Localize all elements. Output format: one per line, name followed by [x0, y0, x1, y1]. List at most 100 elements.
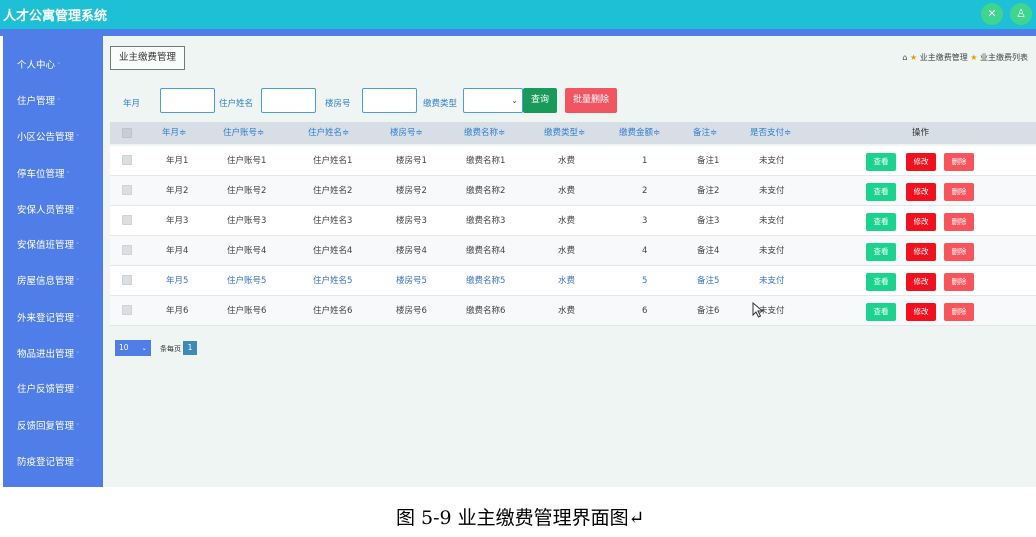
sidebar-item-epidemic[interactable]: 防疫登记管理 ˅ — [3, 453, 103, 473]
delete-button[interactable]: 删除 — [944, 213, 974, 231]
column-header-amount[interactable]: 缴费金额≑ — [619, 122, 660, 144]
sort-icon: ≑ — [498, 128, 506, 138]
column-header-name[interactable]: 住户姓名≑ — [308, 122, 349, 144]
cell-fee-name: 缴费名称5 — [466, 276, 506, 286]
sidebar-item-label: 反馈回复管理 — [17, 421, 75, 432]
column-header-month[interactable]: 年月≑ — [162, 122, 186, 144]
close-icon[interactable]: ✕ — [981, 3, 1003, 25]
row-checkbox[interactable] — [122, 305, 132, 315]
cell-room: 楼房号3 — [396, 216, 427, 226]
column-header-account[interactable]: 住户账号≑ — [223, 122, 264, 144]
edit-button[interactable]: 修改 — [906, 303, 936, 321]
table-header: 年月≑ 住户账号≑ 住户姓名≑ 楼房号≑ 缴费名称≑ 缴费类型≑ 缴费金额≑ 备… — [110, 122, 1036, 144]
row-checkbox[interactable] — [122, 155, 132, 165]
sort-icon: ≑ — [257, 128, 265, 138]
cell-fee-name: 缴费名称1 — [466, 156, 506, 166]
view-button[interactable]: 查看 — [866, 153, 896, 171]
chevron-down-icon: ˅ — [76, 134, 80, 142]
column-header-remark[interactable]: 备注≑ — [693, 122, 717, 144]
select-all-checkbox[interactable] — [122, 128, 132, 138]
sidebar-item-label: 安保人员管理 — [17, 205, 75, 216]
home-icon[interactable]: ⌂ — [902, 53, 907, 62]
table-row[interactable]: 年月4 住户账号4 住户姓名4 楼房号4 缴费名称4 水费 4 备注4 未支付 查看 修改 删除 — [110, 236, 1036, 266]
cell-room: 楼房号5 — [396, 276, 427, 286]
view-button[interactable]: 查看 — [866, 273, 896, 291]
cell-name: 住户姓名5 — [313, 276, 353, 286]
per-page-label: 条每页 — [160, 345, 181, 353]
page-button-current[interactable]: 1 — [183, 341, 197, 355]
payment-type-label: 缴费类型 — [423, 99, 458, 109]
query-button[interactable]: 查询 — [523, 88, 557, 113]
sidebar-item-parking[interactable]: 停车位管理 ˅ — [3, 165, 103, 185]
table-row[interactable]: 年月3 住户账号3 住户姓名3 楼房号3 缴费名称3 水费 3 备注3 未支付 查看 修改 删除 — [110, 206, 1036, 236]
table-row[interactable]: 年月1 住户账号1 住户姓名1 楼房号1 缴费名称1 水费 1 备注1 未支付 查看 修改 删除 — [110, 146, 1036, 176]
star-icon: ★ — [910, 53, 918, 62]
cell-name: 住户姓名3 — [313, 216, 353, 226]
column-header-fee-type[interactable]: 缴费类型≑ — [544, 122, 585, 144]
delete-button[interactable]: 删除 — [944, 153, 974, 171]
top-bar: 人才公寓管理系统 ✕ ♙ — [0, 0, 1036, 29]
column-header-operations: 操作 — [912, 128, 930, 138]
sidebar-item-security-staff[interactable]: 安保人员管理 ˅ — [3, 201, 103, 221]
edit-button[interactable]: 修改 — [906, 243, 936, 261]
cell-name: 住户姓名6 — [313, 306, 353, 316]
cell-month: 年月5 — [166, 276, 189, 286]
edit-button[interactable]: 修改 — [906, 183, 936, 201]
cell-month: 年月1 — [166, 156, 189, 166]
column-header-fee-name[interactable]: 缴费名称≑ — [464, 122, 505, 144]
chevron-down-icon: ˅ — [76, 459, 80, 467]
sidebar-item-notices[interactable]: 小区公告管理 ˅ — [3, 128, 103, 148]
month-input[interactable] — [160, 88, 215, 113]
column-header-room[interactable]: 楼房号≑ — [390, 122, 423, 144]
edit-button[interactable]: 修改 — [906, 153, 936, 171]
delete-button[interactable]: 删除 — [944, 183, 974, 201]
cell-room: 楼房号1 — [396, 156, 427, 166]
row-checkbox[interactable] — [122, 245, 132, 255]
view-button[interactable]: 查看 — [866, 243, 896, 261]
resident-name-label: 住户姓名 — [219, 99, 254, 109]
sidebar-item-label: 房屋信息管理 — [17, 276, 75, 287]
sidebar-item-personal-center[interactable]: 个人中心 ˅ — [3, 56, 103, 76]
row-checkbox[interactable] — [122, 275, 132, 285]
cell-fee-type: 水费 — [558, 276, 576, 286]
delete-button[interactable]: 删除 — [944, 303, 974, 321]
table-row[interactable]: 年月6 住户账号6 住户姓名6 楼房号6 缴费名称6 水费 6 备注6 未支付 查看 修改 删除 — [110, 296, 1036, 326]
cell-account: 住户账号3 — [227, 216, 267, 226]
breadcrumb-level1[interactable]: 业主缴费管理 — [920, 53, 968, 62]
row-checkbox[interactable] — [122, 185, 132, 195]
room-number-input[interactable] — [362, 88, 417, 113]
sidebar-item-visitors[interactable]: 外来登记管理 ˅ — [3, 309, 103, 329]
cell-paid: 未支付 — [759, 156, 785, 166]
cell-name: 住户姓名1 — [313, 156, 353, 166]
table-row[interactable]: 年月5 住户账号5 住户姓名5 楼房号5 缴费名称5 水费 5 备注5 未支付 查看 修改 删除 — [110, 266, 1036, 296]
sidebar-item-replies[interactable]: 反馈回复管理 ˅ — [3, 417, 103, 437]
user-icon[interactable]: ♙ — [1010, 3, 1032, 25]
chevron-down-icon: ⌄ — [511, 96, 518, 105]
sidebar-item-security-duty[interactable]: 安保值班管理 ˅ — [3, 236, 103, 256]
tab-owner-payment[interactable]: 业主缴费管理 — [110, 46, 186, 70]
page-size-select[interactable]: 10 ⌄ — [115, 340, 151, 356]
edit-button[interactable]: 修改 — [906, 213, 936, 231]
table-row[interactable]: 年月2 住户账号2 住户姓名2 楼房号2 缴费名称2 水费 2 备注2 未支付 查看 修改 删除 — [110, 176, 1036, 206]
sidebar-item-feedback[interactable]: 住户反馈管理 ˅ — [3, 380, 103, 400]
delete-button[interactable]: 删除 — [944, 273, 974, 291]
cell-amount: 6 — [642, 306, 648, 316]
sidebar-item-residents[interactable]: 住户管理 ˅ — [3, 92, 103, 112]
payment-type-select[interactable]: ⌄ — [463, 88, 523, 113]
batch-delete-button[interactable]: 批量删除 — [565, 88, 617, 113]
sidebar-item-goods[interactable]: 物品进出管理 ˅ — [3, 345, 103, 365]
chevron-down-icon: ˅ — [76, 278, 80, 286]
view-button[interactable]: 查看 — [866, 213, 896, 231]
sidebar-item-housing[interactable]: 房屋信息管理 ˅ — [3, 272, 103, 292]
chevron-down-icon: ˅ — [76, 351, 80, 359]
sort-icon: ≑ — [578, 128, 586, 138]
row-checkbox[interactable] — [122, 215, 132, 225]
edit-button[interactable]: 修改 — [906, 273, 936, 291]
cell-room: 楼房号4 — [396, 246, 427, 256]
delete-button[interactable]: 删除 — [944, 243, 974, 261]
column-header-paid[interactable]: 是否支付≑ — [750, 122, 791, 144]
cell-amount: 4 — [642, 246, 648, 256]
resident-name-input[interactable] — [261, 88, 316, 113]
view-button[interactable]: 查看 — [866, 303, 896, 321]
view-button[interactable]: 查看 — [866, 183, 896, 201]
